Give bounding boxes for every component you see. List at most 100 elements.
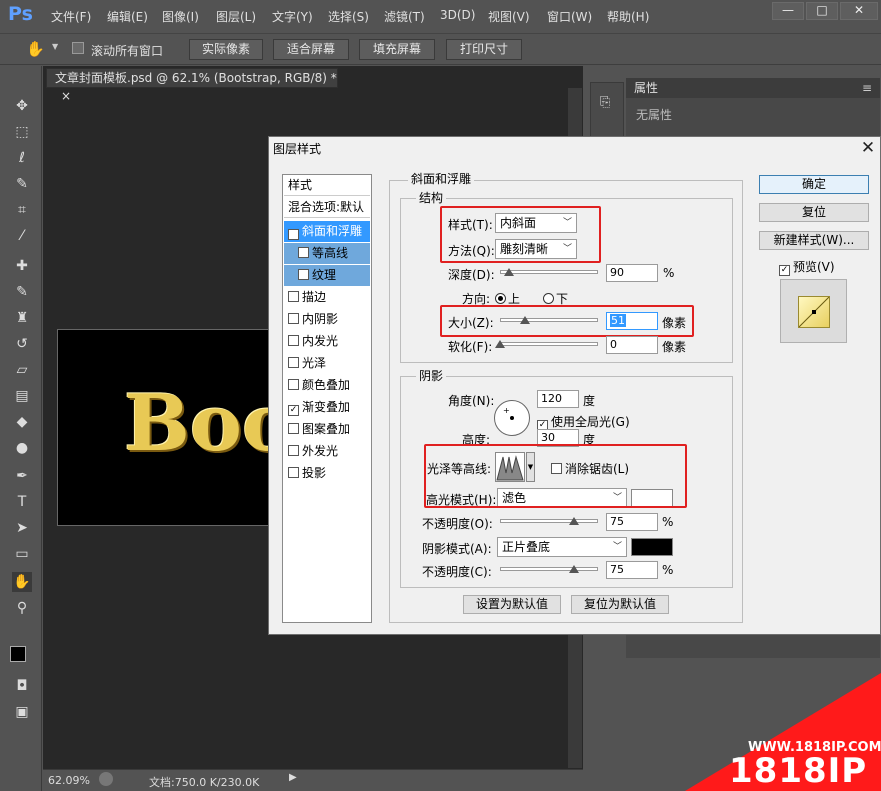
crop-tool-icon[interactable]: ⌗ <box>12 200 32 220</box>
gradient-tool-icon[interactable]: ▤ <box>12 386 32 406</box>
hand-tool-icon[interactable]: ✋ <box>26 40 45 58</box>
pattern-overlay-checkbox[interactable] <box>288 423 299 434</box>
scroll-all-checkbox[interactable] <box>72 42 84 54</box>
screen-mode-icon[interactable]: ▣ <box>12 702 32 722</box>
color-overlay-checkbox[interactable] <box>288 379 299 390</box>
style-item-pattern-overlay[interactable]: 图案叠加 <box>284 419 370 440</box>
path-select-tool-icon[interactable]: ➤ <box>12 518 32 538</box>
quick-mask-icon[interactable]: ◘ <box>12 676 32 696</box>
ok-button[interactable]: 确定 <box>759 175 869 194</box>
close-tab-icon[interactable]: × <box>61 89 71 103</box>
menu-3d[interactable]: 3D(D) <box>440 8 475 22</box>
style-item-texture[interactable]: 纹理 <box>284 265 370 286</box>
style-item-contour[interactable]: 等高线 <box>284 243 370 264</box>
inner-glow-checkbox[interactable] <box>288 335 299 346</box>
history-brush-tool-icon[interactable]: ↺ <box>12 334 32 354</box>
panel-menu-icon[interactable]: ≡ <box>862 78 872 98</box>
gradient-overlay-checkbox[interactable]: ✓ <box>288 405 299 416</box>
style-item-stroke[interactable]: 描边 <box>284 287 370 308</box>
bevel-checkbox[interactable]: ✓ <box>288 229 299 240</box>
healing-brush-tool-icon[interactable]: ✚ <box>12 256 32 276</box>
opacity2-slider-thumb[interactable] <box>568 565 579 573</box>
style-item-inner-glow[interactable]: 内发光 <box>284 331 370 352</box>
style-item-drop-shadow[interactable]: 投影 <box>284 463 370 484</box>
opacity1-input[interactable]: 75 <box>606 513 658 531</box>
drop-shadow-checkbox[interactable] <box>288 467 299 478</box>
satin-checkbox[interactable] <box>288 357 299 368</box>
foreground-color-swatch[interactable] <box>10 646 26 662</box>
zoom-level[interactable]: 62.09% <box>48 774 90 787</box>
preview-checkbox[interactable]: ✓ 预览(V) <box>779 258 835 276</box>
eyedropper-tool-icon[interactable]: ⁄ <box>12 226 32 246</box>
eraser-tool-icon[interactable]: ▱ <box>12 360 32 380</box>
style-item-gradient-overlay[interactable]: ✓ 渐变叠加 <box>284 397 370 418</box>
shadow-mode-select[interactable]: 正片叠底 ﹀ <box>497 537 627 557</box>
actual-pixels-button[interactable]: 实际像素 <box>189 39 263 60</box>
angle-input[interactable]: 120 <box>537 390 579 408</box>
menu-layer[interactable]: 图层(L) <box>216 8 256 25</box>
move-tool-icon[interactable]: ✥ <box>12 96 32 116</box>
blur-tool-icon[interactable]: ◆ <box>12 412 32 432</box>
soften-slider[interactable] <box>500 342 598 346</box>
depth-slider[interactable] <box>500 270 598 274</box>
reset-button[interactable]: 复位 <box>759 203 869 222</box>
status-menu-arrow-icon[interactable]: ▶ <box>289 772 297 783</box>
styles-header[interactable]: 样式 <box>284 175 370 196</box>
status-info-icon[interactable] <box>99 772 113 786</box>
type-tool-icon[interactable]: T <box>12 492 32 512</box>
soften-slider-thumb[interactable] <box>495 340 505 348</box>
inner-shadow-checkbox[interactable] <box>288 313 299 324</box>
maximize-button[interactable]: □ <box>806 2 838 20</box>
menu-edit[interactable]: 编辑(E) <box>107 8 148 25</box>
stroke-checkbox[interactable] <box>288 291 299 302</box>
history-panel-icon[interactable]: ⎘ <box>600 95 610 110</box>
canvas[interactable]: Boo <box>57 329 269 526</box>
properties-tab[interactable]: 属性 <box>634 81 658 95</box>
menu-view[interactable]: 视图(V) <box>488 8 530 25</box>
shape-tool-icon[interactable]: ▭ <box>12 544 32 564</box>
menu-image[interactable]: 图像(I) <box>162 8 199 25</box>
close-window-button[interactable]: ✕ <box>840 2 878 20</box>
style-item-color-overlay[interactable]: 颜色叠加 <box>284 375 370 396</box>
depth-slider-thumb[interactable] <box>503 268 514 276</box>
zoom-tool-icon[interactable]: ⚲ <box>12 598 32 618</box>
quick-select-tool-icon[interactable]: ✎ <box>12 174 32 194</box>
document-tab[interactable]: 文章封面模板.psd @ 62.1% (Bootstrap, RGB/8) * … <box>46 68 338 103</box>
opacity1-slider-thumb[interactable] <box>568 517 579 525</box>
menu-help[interactable]: 帮助(H) <box>607 8 649 25</box>
print-size-button[interactable]: 打印尺寸 <box>446 39 522 60</box>
opacity2-input[interactable]: 75 <box>606 561 658 579</box>
make-default-button[interactable]: 设置为默认值 <box>463 595 561 614</box>
soften-input[interactable]: 0 <box>606 336 658 354</box>
style-item-satin[interactable]: 光泽 <box>284 353 370 374</box>
depth-input[interactable]: 90 <box>606 264 658 282</box>
outer-glow-checkbox[interactable] <box>288 445 299 456</box>
tool-preset-dropdown-icon[interactable]: ▼ <box>52 42 58 51</box>
stamp-tool-icon[interactable]: ♜ <box>12 308 32 328</box>
texture-checkbox[interactable] <box>298 269 309 280</box>
fit-screen-button[interactable]: 适合屏幕 <box>273 39 349 60</box>
menu-file[interactable]: 文件(F) <box>51 8 91 25</box>
dialog-close-icon[interactable]: ✕ <box>857 137 879 159</box>
marquee-tool-icon[interactable]: ⬚ <box>12 122 32 142</box>
opacity2-slider[interactable] <box>500 567 598 571</box>
style-item-bevel[interactable]: ✓ 斜面和浮雕 <box>284 221 370 242</box>
menu-select[interactable]: 选择(S) <box>328 8 369 25</box>
dodge-tool-icon[interactable]: ● <box>12 438 32 458</box>
minimize-button[interactable]: — <box>772 2 804 20</box>
hand-tool-active-icon[interactable]: ✋ <box>12 572 32 592</box>
shadow-color-swatch[interactable] <box>631 538 673 556</box>
fill-screen-button[interactable]: 填充屏幕 <box>359 39 435 60</box>
style-item-inner-shadow[interactable]: 内阴影 <box>284 309 370 330</box>
new-style-button[interactable]: 新建样式(W)... <box>759 231 869 250</box>
brush-tool-icon[interactable]: ✎ <box>12 282 32 302</box>
menu-type[interactable]: 文字(Y) <box>272 8 313 25</box>
blend-options-item[interactable]: 混合选项:默认 <box>284 197 370 218</box>
opacity1-slider[interactable] <box>500 519 598 523</box>
contour-checkbox[interactable] <box>298 247 309 258</box>
angle-dial[interactable]: + <box>494 400 530 436</box>
style-item-outer-glow[interactable]: 外发光 <box>284 441 370 462</box>
reset-default-button[interactable]: 复位为默认值 <box>571 595 669 614</box>
pen-tool-icon[interactable]: ✒ <box>12 466 32 486</box>
menu-window[interactable]: 窗口(W) <box>547 8 592 25</box>
